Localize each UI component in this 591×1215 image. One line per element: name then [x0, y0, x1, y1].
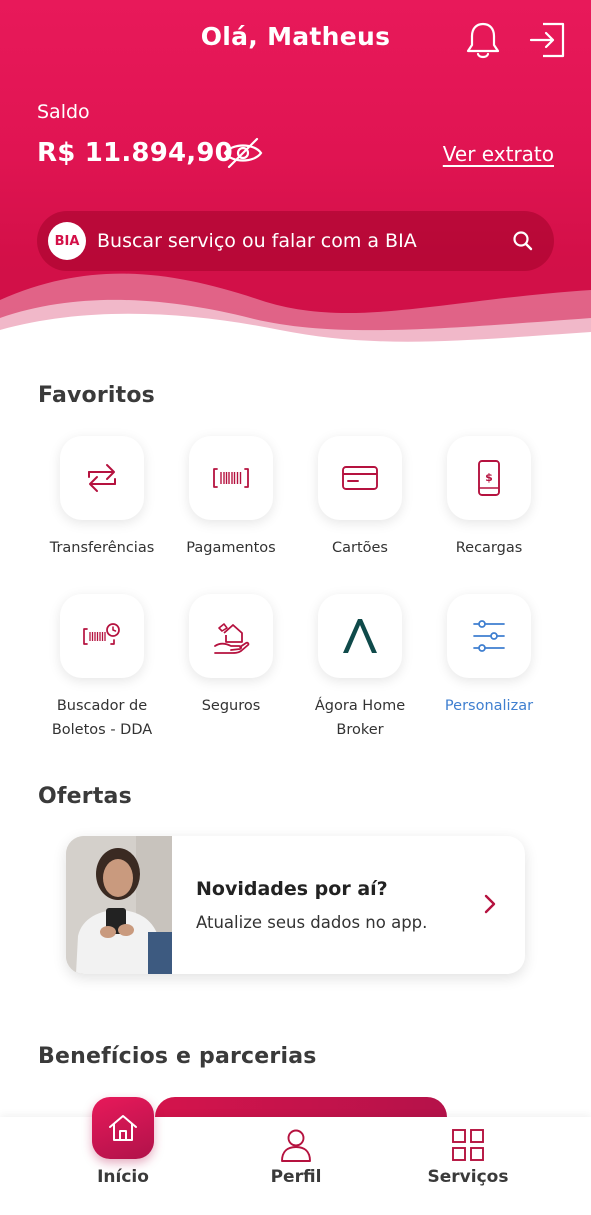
favorite-label: Cartões: [331, 540, 388, 556]
svg-text:$: $: [485, 471, 493, 484]
search-icon[interactable]: [512, 230, 534, 252]
favorite-recargas[interactable]: $ Recargas: [424, 436, 554, 560]
favorite-label: Buscador de Boletos - DDA: [37, 694, 167, 742]
favorite-transferencias[interactable]: Transferências: [37, 436, 167, 560]
search-bar[interactable]: BIA Buscar serviço ou falar com a BIA: [37, 211, 554, 271]
balance-value: R$ 11.894,90: [37, 138, 233, 168]
bell-icon[interactable]: [462, 18, 504, 62]
favorite-buscador-boletos[interactable]: Buscador de Boletos - DDA: [37, 594, 167, 742]
bottom-navigation: Início Perfil Serviços: [0, 1117, 591, 1215]
search-input[interactable]: Buscar serviço ou falar com a BIA: [97, 230, 512, 252]
person-icon: [281, 1129, 311, 1162]
favorite-tile[interactable]: [189, 594, 273, 678]
favorite-label-line: Buscador de: [56, 698, 148, 714]
favorite-label: Personalizar: [444, 698, 534, 714]
offer-card[interactable]: Novidades por aí? Atualize seus dados no…: [66, 836, 525, 974]
nav-label: Serviços: [427, 1167, 509, 1187]
barcode-icon: [213, 468, 249, 488]
nav-label: Início: [97, 1167, 149, 1187]
favorite-label: Ágora Home Broker: [295, 694, 425, 742]
bia-badge: BIA: [48, 222, 86, 260]
eye-off-icon[interactable]: [222, 136, 264, 170]
grid-icon: [452, 1129, 484, 1161]
logout-icon[interactable]: [527, 18, 569, 62]
nav-label: Perfil: [270, 1167, 322, 1187]
sliders-icon: [473, 620, 505, 652]
favorite-agora-home-broker[interactable]: Ágora Home Broker: [295, 594, 425, 742]
transfer-arrows-icon: [88, 464, 116, 492]
offer-title: Novidades por aí?: [196, 878, 388, 900]
chevron-right-icon[interactable]: [481, 892, 499, 916]
statement-link[interactable]: Ver extrato: [443, 142, 554, 166]
benefits-title: Benefícios e parcerias: [38, 1044, 317, 1069]
home-icon: [109, 1115, 137, 1141]
favorite-tile[interactable]: [318, 594, 402, 678]
favorite-cartoes[interactable]: Cartões: [295, 436, 425, 560]
insurance-hand-icon: [214, 623, 250, 654]
favorite-label: Transferências: [49, 540, 155, 556]
barcode-search-icon: [83, 623, 120, 645]
favorite-pagamentos[interactable]: Pagamentos: [166, 436, 296, 560]
favorite-label-line: Ágora Home: [314, 698, 406, 714]
favorite-personalizar[interactable]: Personalizar: [424, 594, 554, 718]
home-button[interactable]: [92, 1097, 154, 1159]
balance-label: Saldo: [37, 101, 90, 123]
favorite-seguros[interactable]: Seguros: [166, 594, 296, 718]
favorites-title: Favoritos: [38, 383, 155, 408]
favorite-tile[interactable]: $: [447, 436, 531, 520]
favorite-label: Pagamentos: [186, 540, 276, 556]
favorite-tile[interactable]: [60, 594, 144, 678]
phone-recharge-icon: $: [478, 460, 500, 496]
favorite-label: Recargas: [455, 540, 523, 556]
favorite-label: Seguros: [201, 698, 261, 714]
card-icon: [342, 466, 378, 490]
offer-photo: [66, 836, 172, 974]
favorite-tile[interactable]: [189, 436, 273, 520]
favorite-tile[interactable]: [318, 436, 402, 520]
agora-logo-icon: [343, 619, 377, 653]
offers-title: Ofertas: [38, 784, 132, 809]
favorite-tile[interactable]: [60, 436, 144, 520]
header: Olá, Matheus Saldo R$ 11.894,90 Ver extr…: [0, 0, 591, 345]
favorite-label-line: Boletos - DDA: [51, 722, 153, 738]
favorite-label-line: Broker: [336, 722, 384, 738]
favorite-tile[interactable]: [447, 594, 531, 678]
offer-subtitle: Atualize seus dados no app.: [196, 913, 428, 932]
